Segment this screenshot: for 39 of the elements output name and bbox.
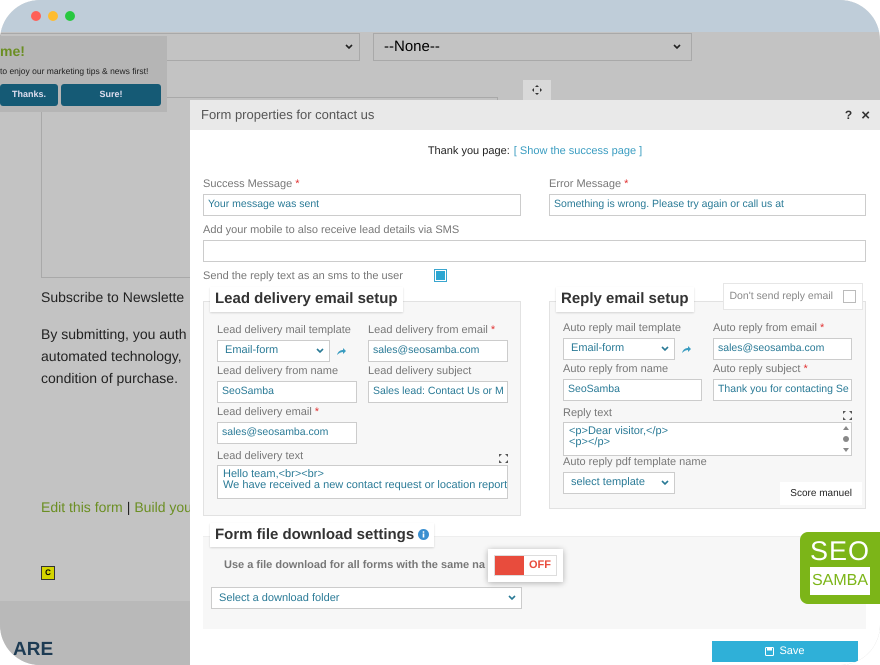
note-label: Score manuel xyxy=(780,482,862,504)
field-label: Auto reply pdf template name xyxy=(563,456,707,468)
field-label: Reply text xyxy=(563,406,612,420)
section-title: Form file download settings xyxy=(215,524,414,544)
consent-text: condition of purchase. xyxy=(41,369,178,388)
newsletter-label: Subscribe to Newslette xyxy=(41,288,184,306)
logo-text: SEO xyxy=(810,535,870,567)
text-line: <p>Dear visitor,</p> xyxy=(569,426,670,436)
text-line: We have received a new contact request or location report xyxy=(223,480,507,490)
field-label: Lead delivery from name xyxy=(217,364,340,378)
field-label: Auto reply from email * xyxy=(713,322,826,334)
field-label: Auto reply from name xyxy=(563,362,670,376)
thank-you-label: Thank you page: xyxy=(428,144,510,159)
popup-title: me! xyxy=(0,43,25,59)
footer-text: ARE xyxy=(13,638,54,662)
logo-text: SAMBA xyxy=(810,567,870,595)
field-label: Lead delivery from email * xyxy=(368,324,496,336)
popup-text: to enjoy our marketing tips & news first! xyxy=(0,65,148,78)
dialog-title: Form properties for contact us xyxy=(201,106,374,124)
badge: C xyxy=(41,566,55,580)
consent-text: automated technology, xyxy=(41,347,182,366)
text-line: Hello team,<br><br> xyxy=(223,468,325,480)
checkbox-label: Don't send reply email xyxy=(729,288,833,304)
field-label: Auto reply subject * xyxy=(713,362,809,376)
section-title: Reply email setup xyxy=(556,287,694,312)
separator: | xyxy=(126,498,130,517)
field-label: Lead delivery subject xyxy=(368,364,472,378)
field-label: Lead delivery text xyxy=(217,450,304,462)
field-label: Add your mobile to also receive lead details via SMS xyxy=(203,224,460,236)
field-label: Success Message * xyxy=(203,178,301,190)
field-label: Auto reply mail template xyxy=(563,322,681,334)
field-label: Error Message * xyxy=(549,178,630,190)
field-label: Lead delivery mail template xyxy=(217,324,351,336)
text-line: <p></p> xyxy=(569,436,610,448)
checkbox-label: Send the reply text as an sms to the user xyxy=(203,268,404,284)
section-title: Lead delivery email setup xyxy=(210,287,403,312)
toggle-label: Use a file download for all forms with the same na xyxy=(224,558,485,574)
field-label: Lead delivery email * xyxy=(217,406,320,418)
consent-text: By submitting, you auth xyxy=(41,325,187,344)
